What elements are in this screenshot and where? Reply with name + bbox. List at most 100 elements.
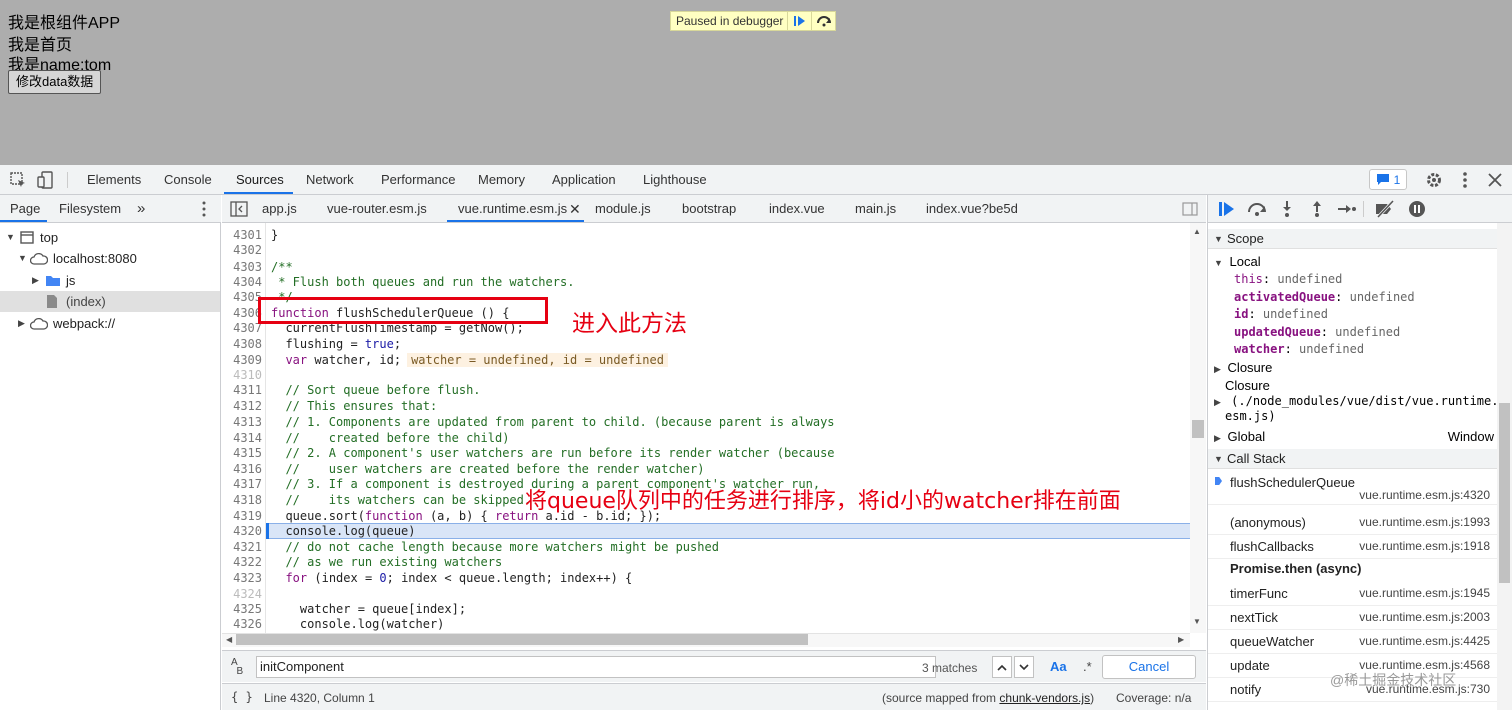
line-number[interactable]: 4318 [222,493,262,508]
line-number[interactable]: 4307 [222,321,262,336]
tree-item-js-folder[interactable]: ▶ js [0,270,220,291]
search-input[interactable]: initComponent [256,656,936,678]
tree-item-webpack[interactable]: ▶ webpack:// [0,313,220,334]
previous-match-button[interactable] [992,656,1012,678]
tab-performance[interactable]: Performance [381,165,455,194]
call-stack-frame[interactable]: (anonymous) vue.runtime.esm.js:1993 [1208,511,1498,535]
call-stack-frame[interactable]: queueWatcher vue.runtime.esm.js:4425 [1208,630,1498,654]
line-number[interactable]: 4303 [222,260,262,275]
line-number[interactable]: 4308 [222,337,262,352]
nav-tab-page[interactable]: Page [10,195,40,222]
scope-variable-updatedQueue[interactable]: updatedQueue: undefined [1234,324,1400,341]
call-stack-frame[interactable]: flushCallbacks vue.runtime.esm.js:1918 [1208,535,1498,559]
close-devtools-icon[interactable] [1485,170,1505,190]
nav-tab-filesystem[interactable]: Filesystem [59,195,121,222]
toggle-debugger-icon[interactable] [1182,195,1198,222]
editor-tab-module-js[interactable]: module.js [595,195,651,222]
line-number[interactable]: 4315 [222,446,262,461]
tree-item-index[interactable]: (index) [0,291,220,312]
editor-tab-main-js[interactable]: main.js [855,195,896,222]
editor-tab-vue-router[interactable]: vue-router.esm.js [327,195,427,222]
step-into-icon[interactable] [1278,200,1296,218]
scope-variable-id[interactable]: id: undefined [1234,306,1328,323]
line-number[interactable]: 4325 [222,602,262,617]
close-tab-icon[interactable]: ✕ [569,195,581,222]
tab-console[interactable]: Console [164,165,212,194]
step-over-button[interactable] [811,12,835,30]
editor-tab-vue-runtime[interactable]: vue.runtime.esm.js [458,195,567,222]
scope-local-group[interactable]: ▼ Local [1214,253,1261,270]
tree-item-top[interactable]: ▼ top [0,227,220,248]
editor-vertical-scroll-thumb[interactable] [1192,420,1204,438]
editor-horizontal-scroll-thumb[interactable] [236,634,808,645]
line-number[interactable]: 4317 [222,477,262,492]
toggle-navigator-icon[interactable] [230,195,248,222]
sidebar-scroll-thumb[interactable] [1499,403,1510,583]
pretty-print-icon[interactable]: { } [231,690,253,704]
scroll-down-arrow-icon[interactable]: ▼ [1193,617,1201,626]
deactivate-breakpoints-icon[interactable] [1374,199,1395,219]
settings-gear-icon[interactable] [1424,170,1444,190]
next-match-button[interactable] [1014,656,1034,678]
tab-application[interactable]: Application [552,165,616,194]
editor-tab-app-js[interactable]: app.js [262,195,297,222]
scope-closure-vue-group[interactable]: Closure [1225,378,1270,394]
call-stack-frame[interactable]: nextTick vue.runtime.esm.js:2003 [1208,606,1498,630]
line-number[interactable]: 4321 [222,540,262,555]
line-number[interactable]: 4314 [222,431,262,446]
step-over-icon[interactable] [1246,200,1266,218]
issues-badge[interactable]: 1 [1369,169,1407,190]
replace-toggle-icon[interactable]: A B [231,658,243,677]
tab-sources[interactable]: Sources [236,165,284,194]
line-number[interactable]: 4322 [222,555,262,570]
call-stack-section-header[interactable]: ▼ Call Stack [1208,449,1498,469]
scroll-right-arrow-icon[interactable]: ▶ [1178,635,1184,644]
editor-tab-index-vue[interactable]: index.vue [769,195,825,222]
scope-section-header[interactable]: ▼ Scope [1208,229,1498,249]
pause-on-exceptions-icon[interactable] [1408,200,1426,218]
scroll-left-arrow-icon[interactable]: ◀ [226,635,232,644]
cancel-search-button[interactable]: Cancel [1102,655,1196,679]
line-number[interactable]: 4311 [222,383,262,398]
modify-data-button[interactable]: 修改data数据 [8,70,102,94]
more-tabs-chevron-icon[interactable]: » [137,195,145,222]
line-number[interactable]: 4319 [222,509,262,524]
scope-closure-group[interactable]: ▶ Closure [1214,359,1272,376]
tab-memory[interactable]: Memory [478,165,525,194]
line-number[interactable]: 4309 [222,353,262,368]
call-stack-frame[interactable]: timerFunc vue.runtime.esm.js:1945 [1208,582,1498,606]
editor-tab-index-vue-be5d[interactable]: index.vue?be5d [926,195,1018,222]
resume-button[interactable] [787,12,811,30]
tab-lighthouse[interactable]: Lighthouse [643,165,707,194]
code-editor[interactable]: 4301 4302 4303 4304 4305 4306 4307 4308 4309 4310… [222,223,1190,633]
line-number[interactable]: 4312 [222,399,262,414]
more-options-icon[interactable] [1455,170,1475,190]
line-number[interactable]: 4320 [222,524,262,539]
line-number[interactable]: 4326 [222,617,262,632]
line-number[interactable]: 4301 [222,228,262,243]
line-number[interactable]: 4313 [222,415,262,430]
line-number[interactable]: 4304 [222,275,262,290]
line-number[interactable]: 4305 [222,290,262,305]
line-number[interactable]: 4302 [222,243,262,258]
line-number[interactable]: 4324 [222,587,262,602]
line-number[interactable]: 4316 [222,462,262,477]
scope-variable-watcher[interactable]: watcher: undefined [1234,341,1364,358]
call-stack-frame[interactable]: flushSchedulerQueue vue.runtime.esm.js:43… [1208,471,1498,505]
scope-global-group[interactable]: ▶ Global Window [1214,428,1494,445]
scope-variable-activatedQueue[interactable]: activatedQueue: undefined [1234,289,1415,306]
tab-network[interactable]: Network [306,165,354,194]
inspect-element-icon[interactable] [8,170,28,190]
resume-icon[interactable] [1217,200,1235,218]
step-out-icon[interactable] [1308,200,1326,218]
scroll-up-arrow-icon[interactable]: ▲ [1193,227,1201,236]
line-number[interactable]: 4306 [222,306,262,321]
regex-toggle[interactable]: .* [1083,659,1092,674]
scope-variable-this[interactable]: this: undefined [1234,271,1342,288]
tab-elements[interactable]: Elements [87,165,141,194]
tree-item-localhost[interactable]: ▼ localhost:8080 [0,248,220,269]
navigator-menu-icon[interactable] [198,195,210,222]
editor-tab-bootstrap[interactable]: bootstrap [682,195,736,222]
line-number[interactable]: 4323 [222,571,262,586]
step-icon[interactable] [1337,200,1356,218]
